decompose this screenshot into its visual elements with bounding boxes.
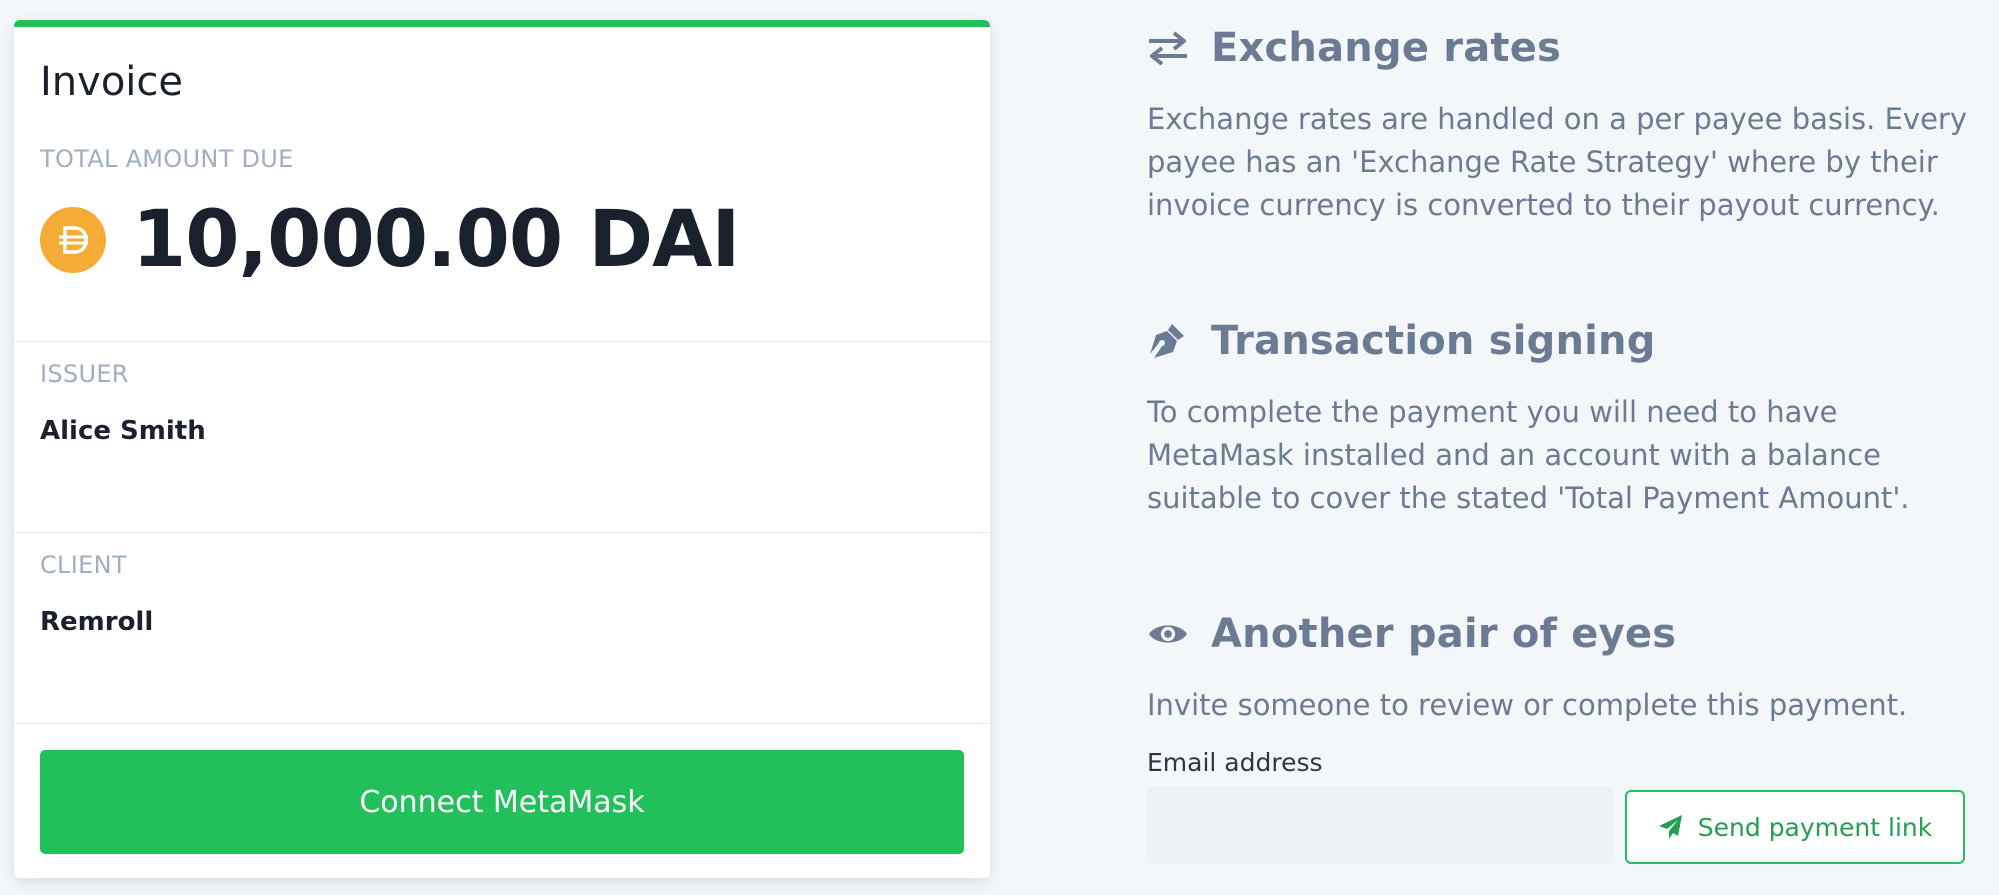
another-pair-of-eyes-title: Another pair of eyes xyxy=(1211,611,1677,657)
total-amount-label: TOTAL AMOUNT DUE xyxy=(40,145,294,173)
issuer-name: Alice Smith xyxy=(40,416,206,446)
another-pair-of-eyes-section: Another pair of eyes Invite someone to r… xyxy=(1147,604,1967,727)
issuer-label: ISSUER xyxy=(40,360,129,388)
dai-icon xyxy=(40,207,106,273)
transaction-signing-section: Transaction signing To complete the paym… xyxy=(1147,311,1967,520)
client-section: CLIENT Remroll xyxy=(14,532,990,723)
another-pair-of-eyes-heading: Another pair of eyes xyxy=(1147,604,1967,664)
invoice-footer: Connect MetaMask xyxy=(14,723,990,854)
issuer-section: ISSUER Alice Smith xyxy=(14,341,990,532)
eye-icon xyxy=(1147,613,1189,655)
invoice-card: Invoice TOTAL AMOUNT DUE 10,000.00 DAI I… xyxy=(14,20,990,878)
another-pair-of-eyes-text: Invite someone to review or complete thi… xyxy=(1147,688,1908,722)
exchange-rates-text: Exchange rates are handled on a per paye… xyxy=(1147,102,1968,222)
email-address-input[interactable] xyxy=(1147,786,1613,864)
total-amount: 10,000.00 DAI xyxy=(132,195,740,285)
exchange-arrows-icon xyxy=(1147,27,1189,69)
exchange-rates-heading: Exchange rates xyxy=(1147,18,1967,78)
client-label: CLIENT xyxy=(40,551,127,579)
client-name: Remroll xyxy=(40,607,154,637)
amount-row: 10,000.00 DAI xyxy=(40,201,964,279)
transaction-signing-title: Transaction signing xyxy=(1211,318,1656,364)
exchange-rates-title: Exchange rates xyxy=(1211,25,1562,71)
invoice-title: Invoice xyxy=(40,59,184,105)
transaction-signing-text: To complete the payment you will need to… xyxy=(1147,395,1910,515)
send-payment-link-label: Send payment link xyxy=(1697,812,1933,842)
send-payment-link-button[interactable]: Send payment link xyxy=(1625,790,1965,864)
exchange-rates-section: Exchange rates Exchange rates are handle… xyxy=(1147,18,1967,227)
connect-metamask-button[interactable]: Connect MetaMask xyxy=(40,750,964,854)
invoice-header: Invoice TOTAL AMOUNT DUE 10,000.00 DAI xyxy=(14,27,990,341)
pen-nib-icon xyxy=(1147,320,1189,362)
email-address-label: Email address xyxy=(1147,748,1323,777)
paper-plane-icon xyxy=(1658,814,1684,840)
transaction-signing-heading: Transaction signing xyxy=(1147,311,1967,371)
